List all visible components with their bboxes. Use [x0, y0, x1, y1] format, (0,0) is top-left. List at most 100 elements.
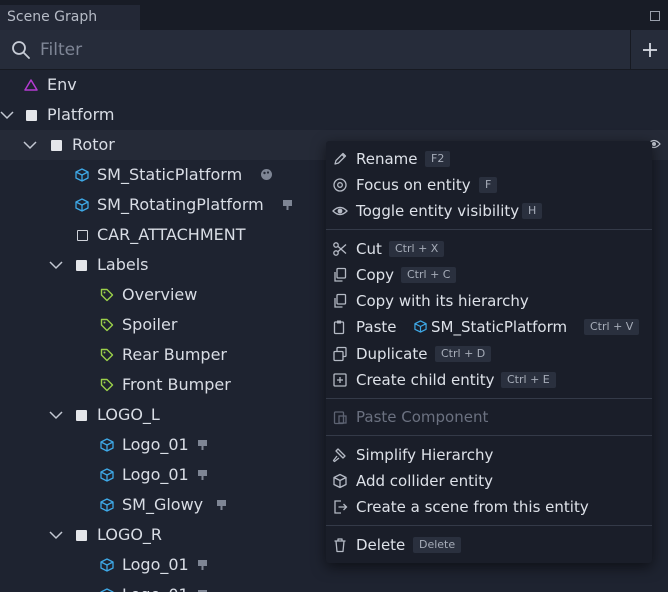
script-badge-icon [217, 500, 226, 510]
tree-row-label: Rear Bumper [122, 345, 227, 364]
tree-row-label: SM_RotatingPlatform [97, 195, 264, 214]
add-entity-button[interactable] [630, 30, 668, 70]
script-badge-icon [198, 470, 207, 480]
plus-icon [643, 43, 657, 57]
entity-icon [26, 110, 37, 121]
tree-row-label: SM_Glowy [122, 495, 204, 514]
menu-item-copy[interactable]: Copy Ctrl + C [326, 262, 652, 288]
export-icon [334, 500, 348, 514]
tree-row-label: Front Bumper [122, 375, 231, 394]
search-icon [12, 41, 30, 59]
filter-bar [0, 30, 668, 70]
shortcut-badge: F [479, 177, 498, 193]
menu-item-create-child[interactable]: Create child entity Ctrl + E [326, 367, 652, 393]
paste-component-icon [333, 411, 347, 425]
mesh-icon [100, 588, 114, 592]
tree-row-label: Logo_01 [122, 465, 189, 484]
tree-row-label: Logo_01 [122, 580, 189, 592]
eye-icon [332, 206, 348, 216]
tree-row[interactable]: Env [0, 70, 668, 100]
copy-icon [334, 267, 347, 282]
mesh-icon [75, 168, 89, 182]
entity-icon [76, 260, 87, 271]
scissors-icon [333, 242, 347, 256]
pencil-icon [334, 152, 347, 165]
tree-row-label: LOGO_L [97, 405, 160, 424]
menu-separator [326, 435, 652, 436]
trash-icon [334, 538, 346, 553]
duplicate-icon [333, 346, 347, 362]
add-child-icon [333, 373, 347, 387]
menu-item-add-collider[interactable]: Add collider entity [326, 468, 652, 494]
tag-icon [100, 378, 114, 392]
menu-item-rename[interactable]: Rename F2 [326, 146, 652, 172]
shortcut-badge: Ctrl + V [584, 319, 640, 335]
tree-row-label: Rotor [72, 135, 115, 154]
panel-header: Scene Graph [0, 0, 668, 30]
menu-item-copy-hierarchy[interactable]: Copy with its hierarchy [326, 288, 652, 314]
tag-icon [100, 288, 114, 302]
cube-icon [333, 473, 347, 489]
environment-icon [24, 79, 38, 91]
mesh-icon [75, 198, 89, 212]
mesh-icon [100, 468, 114, 482]
material-badge-icon [261, 169, 272, 180]
menu-separator [326, 229, 652, 230]
script-badge-icon [283, 200, 292, 210]
hammer-icon [332, 448, 346, 463]
shortcut-badge: Ctrl + E [501, 372, 556, 388]
chevron-down-icon[interactable] [49, 258, 63, 272]
filter-input[interactable] [40, 36, 620, 64]
menu-separator [326, 398, 652, 399]
tree-row-label: CAR_ATTACHMENT [97, 225, 246, 244]
tree-row-label: LOGO_R [97, 525, 163, 544]
entity-icon [51, 140, 62, 151]
tree-row-label: Logo_01 [122, 435, 189, 454]
script-badge-icon [198, 590, 207, 592]
paste-icon [333, 320, 345, 335]
shortcut-badge: H [522, 203, 543, 219]
mesh-icon [100, 438, 114, 452]
tree-row-label: Spoiler [122, 315, 178, 334]
chevron-down-icon[interactable] [23, 138, 37, 152]
tab-scene-graph[interactable]: Scene Graph [0, 5, 140, 30]
menu-item-create-scene[interactable]: Create a scene from this entity [326, 494, 652, 520]
entity-icon [76, 530, 87, 541]
shortcut-badge: Ctrl + D [435, 346, 492, 362]
mesh-icon [100, 498, 114, 512]
tag-icon [100, 318, 114, 332]
tree-row-label: Labels [97, 255, 149, 274]
tree-row[interactable]: Logo_01 [0, 580, 668, 592]
shortcut-badge: Delete [413, 537, 462, 553]
tree-row-label: Logo_01 [122, 555, 189, 574]
menu-item-paste-component: Paste Component [326, 404, 652, 430]
entity-icon [76, 410, 87, 421]
tree-row[interactable]: Platform [0, 100, 668, 130]
menu-item-duplicate[interactable]: Duplicate Ctrl + D [326, 341, 652, 367]
mesh-icon [414, 320, 427, 333]
menu-item-paste[interactable]: Paste SM_StaticPlatform Ctrl + V [326, 314, 652, 340]
menu-item-toggle-visibility[interactable]: Toggle entity visibility H [326, 198, 652, 224]
script-badge-icon [198, 560, 207, 570]
chevron-down-icon[interactable] [49, 408, 63, 422]
chevron-down-icon[interactable] [49, 528, 63, 542]
menu-separator [326, 525, 652, 526]
tree-row-label: SM_StaticPlatform [97, 165, 243, 184]
shortcut-badge: F2 [425, 151, 451, 167]
copy-hierarchy-icon [334, 293, 347, 308]
context-menu: Rename F2 Focus on entity F Toggle entit… [326, 141, 652, 563]
tree-row-label: Platform [47, 105, 115, 124]
menu-item-cut[interactable]: Cut Ctrl + X [326, 236, 652, 262]
menu-item-delete[interactable]: Delete Delete [326, 532, 652, 558]
tree-row-label: Env [47, 75, 77, 94]
menu-item-simplify[interactable]: Simplify Hierarchy [326, 442, 652, 468]
shortcut-badge: Ctrl + C [401, 267, 457, 283]
chevron-down-icon[interactable] [0, 108, 14, 122]
mesh-icon [100, 558, 114, 572]
tag-icon [100, 348, 114, 362]
maximize-icon[interactable] [650, 11, 660, 21]
target-icon [333, 178, 347, 192]
menu-item-focus[interactable]: Focus on entity F [326, 172, 652, 198]
tree-row-label: Overview [122, 285, 198, 304]
script-badge-icon [198, 440, 207, 450]
